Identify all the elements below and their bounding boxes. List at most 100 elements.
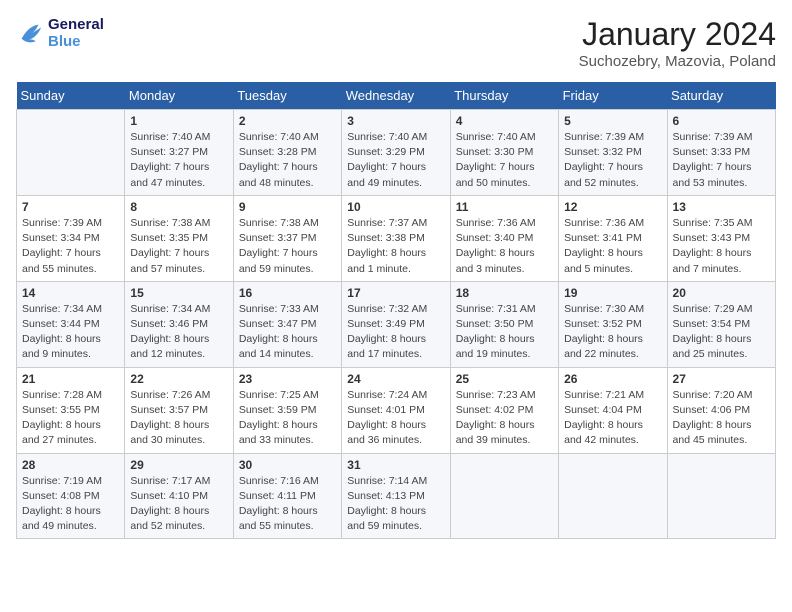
calendar-cell: 22 Sunrise: 7:26 AMSunset: 3:57 PMDayligh… bbox=[125, 367, 233, 453]
calendar-cell bbox=[450, 453, 558, 539]
calendar-week-row: 28 Sunrise: 7:19 AMSunset: 4:08 PMDayligh… bbox=[17, 453, 776, 539]
calendar-cell: 28 Sunrise: 7:19 AMSunset: 4:08 PMDayligh… bbox=[17, 453, 125, 539]
day-info: Sunrise: 7:19 AMSunset: 4:08 PMDaylight:… bbox=[22, 474, 119, 535]
day-info: Sunrise: 7:39 AMSunset: 3:32 PMDaylight:… bbox=[564, 130, 661, 191]
logo-text: General Blue bbox=[48, 16, 104, 50]
calendar-cell: 13 Sunrise: 7:35 AMSunset: 3:43 PMDayligh… bbox=[667, 195, 775, 281]
day-info: Sunrise: 7:40 AMSunset: 3:28 PMDaylight:… bbox=[239, 130, 336, 191]
day-info: Sunrise: 7:30 AMSunset: 3:52 PMDaylight:… bbox=[564, 302, 661, 363]
day-info: Sunrise: 7:36 AMSunset: 3:41 PMDaylight:… bbox=[564, 216, 661, 277]
calendar-week-row: 7Sunrise: 7:39 AMSunset: 3:34 PMDaylight… bbox=[17, 195, 776, 281]
calendar-table: SundayMondayTuesdayWednesdayThursdayFrid… bbox=[16, 82, 776, 539]
day-number: 11 bbox=[456, 200, 553, 214]
calendar-cell: 25 Sunrise: 7:23 AMSunset: 4:02 PMDayligh… bbox=[450, 367, 558, 453]
day-number: 12 bbox=[564, 200, 661, 214]
day-number: 23 bbox=[239, 372, 336, 386]
calendar-cell: 27 Sunrise: 7:20 AMSunset: 4:06 PMDayligh… bbox=[667, 367, 775, 453]
day-info: Sunrise: 7:36 AMSunset: 3:40 PMDaylight:… bbox=[456, 216, 553, 277]
weekday-header-sunday: Sunday bbox=[17, 82, 125, 110]
location: Suchozebry, Mazovia, Poland bbox=[579, 53, 776, 70]
calendar-cell: 17 Sunrise: 7:32 AMSunset: 3:49 PMDayligh… bbox=[342, 281, 450, 367]
day-number: 7 bbox=[22, 200, 119, 214]
weekday-header-monday: Monday bbox=[125, 82, 233, 110]
calendar-cell: 21Sunrise: 7:28 AMSunset: 3:55 PMDayligh… bbox=[17, 367, 125, 453]
day-number: 2 bbox=[239, 114, 336, 128]
day-number: 21 bbox=[22, 372, 119, 386]
calendar-cell: 18 Sunrise: 7:31 AMSunset: 3:50 PMDayligh… bbox=[450, 281, 558, 367]
calendar-cell bbox=[559, 453, 667, 539]
weekday-header-thursday: Thursday bbox=[450, 82, 558, 110]
calendar-week-row: 21Sunrise: 7:28 AMSunset: 3:55 PMDayligh… bbox=[17, 367, 776, 453]
day-info: Sunrise: 7:38 AMSunset: 3:35 PMDaylight:… bbox=[130, 216, 227, 277]
day-info: Sunrise: 7:23 AMSunset: 4:02 PMDaylight:… bbox=[456, 388, 553, 449]
day-info: Sunrise: 7:34 AMSunset: 3:46 PMDaylight:… bbox=[130, 302, 227, 363]
day-number: 18 bbox=[456, 286, 553, 300]
day-info: Sunrise: 7:25 AMSunset: 3:59 PMDaylight:… bbox=[239, 388, 336, 449]
calendar-cell bbox=[17, 110, 125, 196]
calendar-cell: 3Sunrise: 7:40 AMSunset: 3:29 PMDaylight… bbox=[342, 110, 450, 196]
calendar-cell: 4 Sunrise: 7:40 AMSunset: 3:30 PMDaylight… bbox=[450, 110, 558, 196]
calendar-cell: 31Sunrise: 7:14 AMSunset: 4:13 PMDayligh… bbox=[342, 453, 450, 539]
title-block: January 2024 Suchozebry, Mazovia, Poland bbox=[579, 16, 776, 70]
day-number: 28 bbox=[22, 458, 119, 472]
day-number: 6 bbox=[673, 114, 770, 128]
calendar-cell: 9Sunrise: 7:38 AMSunset: 3:37 PMDaylight… bbox=[233, 195, 341, 281]
day-info: Sunrise: 7:32 AMSunset: 3:49 PMDaylight:… bbox=[347, 302, 444, 363]
day-number: 26 bbox=[564, 372, 661, 386]
day-info: Sunrise: 7:29 AMSunset: 3:54 PMDaylight:… bbox=[673, 302, 770, 363]
day-number: 19 bbox=[564, 286, 661, 300]
page-header: General Blue January 2024 Suchozebry, Ma… bbox=[16, 16, 776, 70]
day-info: Sunrise: 7:26 AMSunset: 3:57 PMDaylight:… bbox=[130, 388, 227, 449]
calendar-cell: 1Sunrise: 7:40 AMSunset: 3:27 PMDaylight… bbox=[125, 110, 233, 196]
day-info: Sunrise: 7:20 AMSunset: 4:06 PMDaylight:… bbox=[673, 388, 770, 449]
day-number: 22 bbox=[130, 372, 227, 386]
day-number: 20 bbox=[673, 286, 770, 300]
calendar-cell bbox=[667, 453, 775, 539]
calendar-week-row: 14 Sunrise: 7:34 AMSunset: 3:44 PMDayligh… bbox=[17, 281, 776, 367]
calendar-cell: 30Sunrise: 7:16 AMSunset: 4:11 PMDayligh… bbox=[233, 453, 341, 539]
calendar-cell: 16Sunrise: 7:33 AMSunset: 3:47 PMDayligh… bbox=[233, 281, 341, 367]
logo: General Blue bbox=[16, 16, 104, 50]
day-number: 17 bbox=[347, 286, 444, 300]
calendar-cell: 12 Sunrise: 7:36 AMSunset: 3:41 PMDayligh… bbox=[559, 195, 667, 281]
calendar-cell: 10 Sunrise: 7:37 AMSunset: 3:38 PMDayligh… bbox=[342, 195, 450, 281]
day-number: 3 bbox=[347, 114, 444, 128]
day-number: 27 bbox=[673, 372, 770, 386]
day-number: 30 bbox=[239, 458, 336, 472]
day-number: 29 bbox=[130, 458, 227, 472]
day-info: Sunrise: 7:21 AMSunset: 4:04 PMDaylight:… bbox=[564, 388, 661, 449]
day-number: 24 bbox=[347, 372, 444, 386]
day-info: Sunrise: 7:34 AMSunset: 3:44 PMDaylight:… bbox=[22, 302, 119, 363]
day-number: 10 bbox=[347, 200, 444, 214]
weekday-header-saturday: Saturday bbox=[667, 82, 775, 110]
day-info: Sunrise: 7:35 AMSunset: 3:43 PMDaylight:… bbox=[673, 216, 770, 277]
weekday-header-row: SundayMondayTuesdayWednesdayThursdayFrid… bbox=[17, 82, 776, 110]
day-info: Sunrise: 7:24 AMSunset: 4:01 PMDaylight:… bbox=[347, 388, 444, 449]
day-number: 16 bbox=[239, 286, 336, 300]
calendar-cell: 15 Sunrise: 7:34 AMSunset: 3:46 PMDayligh… bbox=[125, 281, 233, 367]
calendar-cell: 26 Sunrise: 7:21 AMSunset: 4:04 PMDayligh… bbox=[559, 367, 667, 453]
calendar-cell: 5Sunrise: 7:39 AMSunset: 3:32 PMDaylight… bbox=[559, 110, 667, 196]
calendar-cell: 2 Sunrise: 7:40 AMSunset: 3:28 PMDaylight… bbox=[233, 110, 341, 196]
calendar-cell: 11 Sunrise: 7:36 AMSunset: 3:40 PMDayligh… bbox=[450, 195, 558, 281]
day-number: 8 bbox=[130, 200, 227, 214]
day-number: 14 bbox=[22, 286, 119, 300]
day-info: Sunrise: 7:37 AMSunset: 3:38 PMDaylight:… bbox=[347, 216, 444, 277]
day-info: Sunrise: 7:17 AMSunset: 4:10 PMDaylight:… bbox=[130, 474, 227, 535]
logo-icon bbox=[16, 19, 44, 47]
day-info: Sunrise: 7:31 AMSunset: 3:50 PMDaylight:… bbox=[456, 302, 553, 363]
calendar-cell: 6 Sunrise: 7:39 AMSunset: 3:33 PMDaylight… bbox=[667, 110, 775, 196]
calendar-cell: 19 Sunrise: 7:30 AMSunset: 3:52 PMDayligh… bbox=[559, 281, 667, 367]
calendar-cell: 29 Sunrise: 7:17 AMSunset: 4:10 PMDayligh… bbox=[125, 453, 233, 539]
day-number: 4 bbox=[456, 114, 553, 128]
day-info: Sunrise: 7:40 AMSunset: 3:30 PMDaylight:… bbox=[456, 130, 553, 191]
day-info: Sunrise: 7:39 AMSunset: 3:33 PMDaylight:… bbox=[673, 130, 770, 191]
day-number: 13 bbox=[673, 200, 770, 214]
calendar-cell: 14 Sunrise: 7:34 AMSunset: 3:44 PMDayligh… bbox=[17, 281, 125, 367]
day-number: 25 bbox=[456, 372, 553, 386]
day-info: Sunrise: 7:38 AMSunset: 3:37 PMDaylight:… bbox=[239, 216, 336, 277]
day-number: 15 bbox=[130, 286, 227, 300]
calendar-cell: 24 Sunrise: 7:24 AMSunset: 4:01 PMDayligh… bbox=[342, 367, 450, 453]
calendar-cell: 20 Sunrise: 7:29 AMSunset: 3:54 PMDayligh… bbox=[667, 281, 775, 367]
calendar-cell: 7Sunrise: 7:39 AMSunset: 3:34 PMDaylight… bbox=[17, 195, 125, 281]
